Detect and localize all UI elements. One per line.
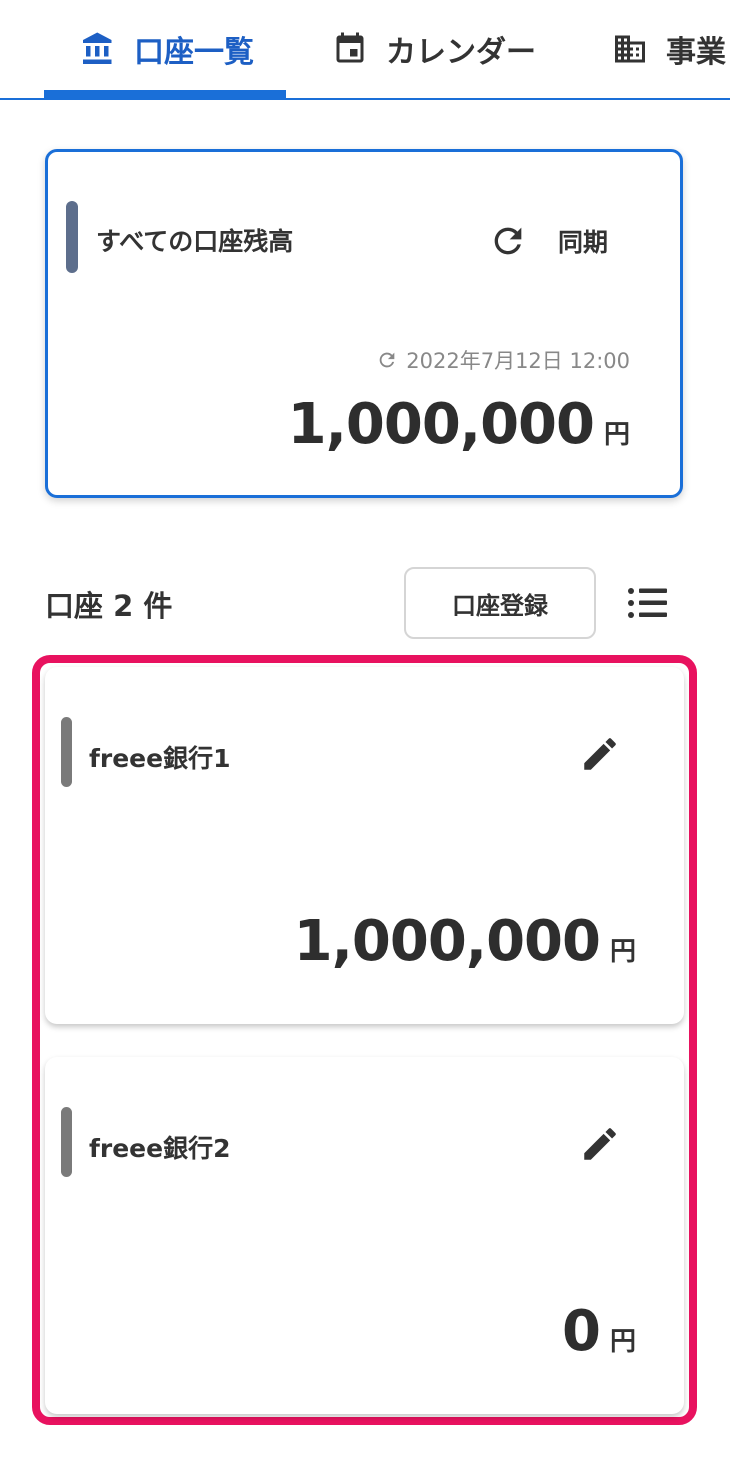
tab-calendar[interactable]: カレンダー <box>332 0 536 98</box>
amount-value: 1,000,000 <box>287 392 595 457</box>
card-accent-bar <box>61 717 72 787</box>
tab-bar: 口座一覧 カレンダー 事業 <box>0 0 730 100</box>
currency-unit: 円 <box>603 420 630 450</box>
tab-accounts[interactable]: 口座一覧 <box>44 0 286 98</box>
account-count: 口座 2 件 <box>45 589 173 623</box>
pencil-icon[interactable] <box>579 1123 621 1165</box>
total-balance-title: すべての口座残高 <box>96 227 294 256</box>
last-updated: 2022年7月12日 12:00 <box>376 345 630 375</box>
sync-button[interactable]: 同期 <box>488 216 608 266</box>
account-name: freee銀行2 <box>89 1134 231 1163</box>
account-card[interactable]: freee銀行2 0 円 <box>45 1057 684 1414</box>
tab-label: 口座一覧 <box>134 35 254 70</box>
card-accent-bar <box>66 201 78 273</box>
calendar-icon <box>332 31 368 67</box>
sync-label: 同期 <box>558 228 609 257</box>
bank-icon <box>80 31 116 67</box>
tab-business[interactable]: 事業 <box>612 0 726 98</box>
amount-value: 0 <box>562 1299 601 1364</box>
currency-unit: 円 <box>609 937 636 967</box>
refresh-small-icon <box>376 349 398 371</box>
total-balance-amount: 1,000,000 円 <box>288 392 630 457</box>
building-icon <box>612 31 648 67</box>
tab-label: カレンダー <box>386 35 536 70</box>
last-updated-text: 2022年7月12日 12:00 <box>406 349 630 373</box>
card-accent-bar <box>61 1107 72 1177</box>
register-account-button[interactable]: 口座登録 <box>404 567 596 639</box>
total-balance-card: すべての口座残高 同期 2022年7月12日 12:00 1,000,000 円 <box>45 149 683 498</box>
currency-unit: 円 <box>609 1327 636 1357</box>
account-card[interactable]: freee銀行1 1,000,000 円 <box>45 667 684 1024</box>
list-icon[interactable] <box>626 583 670 623</box>
refresh-icon <box>488 221 528 261</box>
tab-label: 事業 <box>666 35 726 70</box>
account-balance: 1,000,000 円 <box>294 909 636 974</box>
pencil-icon[interactable] <box>579 733 621 775</box>
account-name: freee銀行1 <box>89 744 231 773</box>
account-balance: 0 円 <box>562 1299 636 1364</box>
amount-value: 1,000,000 <box>293 909 601 974</box>
